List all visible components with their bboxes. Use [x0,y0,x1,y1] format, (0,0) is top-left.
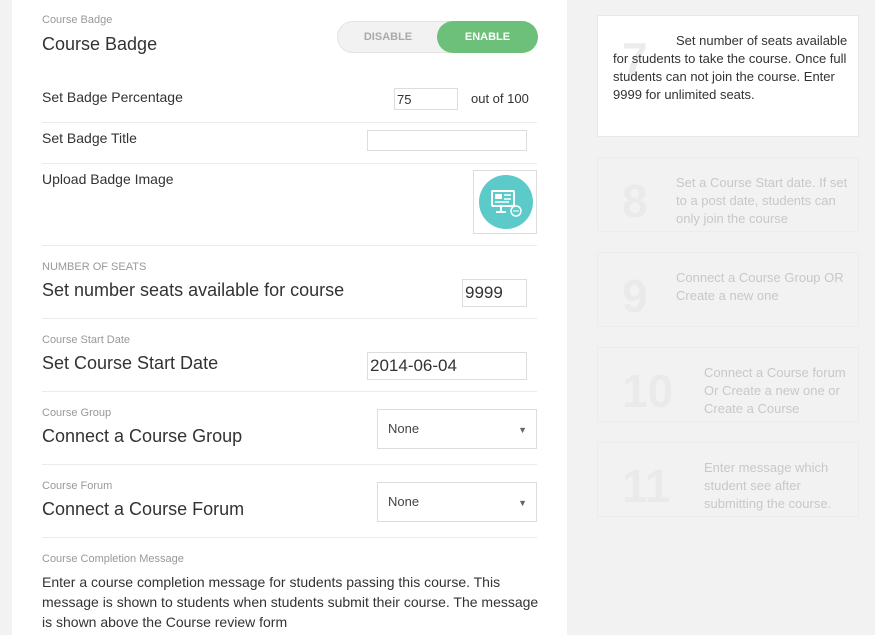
divider [42,122,537,123]
badge-toggle[interactable]: DISABLE ENABLE [337,21,538,53]
step-text: Connect a Course Group OR Create a new o… [676,270,844,303]
forum-select-value: None [388,494,420,509]
badge-percentage-label: Set Badge Percentage [42,89,183,105]
step-text: Set number of seats available for studen… [613,33,848,102]
group-small-label: Course Group [42,407,112,419]
step-card-10: 10 Connect a Course forum Or Create a ne… [597,347,859,422]
step-number: 9 [622,270,648,322]
forum-select[interactable]: None ▼ [377,482,537,522]
step-number: 10 [622,365,674,417]
group-select-value: None [388,421,420,436]
badge-image-upload[interactable] [473,170,537,234]
step-number: 8 [622,175,648,227]
divider [42,318,537,319]
badge-title: Course Badge [42,34,158,54]
badge-percentage-input[interactable] [394,88,458,110]
badge-title-label: Set Badge Title [42,130,137,146]
step-text: Connect a Course forum Or Create a new o… [704,365,846,416]
toggle-enable-option[interactable]: ENABLE [437,21,538,53]
start-date-title: Set Course Start Date [42,353,219,373]
group-title: Connect a Course Group [42,426,243,446]
completion-message: Enter a course completion message for st… [42,574,539,630]
start-date-small-label: Course Start Date [42,334,131,346]
course-settings-panel: Course Badge Course Badge DISABLE ENABLE… [12,0,567,635]
group-select[interactable]: None ▼ [377,409,537,449]
seats-input[interactable] [462,279,527,307]
forum-title: Connect a Course Forum [42,499,245,519]
chevron-down-icon: ▼ [518,425,527,435]
step-text: Set a Course Start date. If set to a pos… [676,175,848,226]
divider [42,391,537,392]
start-date-input[interactable] [367,352,527,380]
completion-small-label: Course Completion Message [42,553,184,565]
badge-small-label: Course Badge [42,14,113,26]
chevron-down-icon: ▼ [518,498,527,508]
badge-title-input[interactable] [367,130,527,151]
toggle-disable-option[interactable]: DISABLE [338,22,438,52]
badge-percentage-suffix: out of 100 [471,91,529,106]
step-text: Enter message which student see after su… [704,460,832,511]
step-number: 11 [622,460,671,512]
divider [42,537,537,538]
seats-small-label: NUMBER OF SEATS [42,261,147,273]
step-card-7: 7 Set number of seats available for stud… [597,15,859,137]
divider [42,245,537,246]
divider [42,464,537,465]
step-card-9: 9 Connect a Course Group OR Create a new… [597,252,859,327]
divider [42,163,537,164]
badge-image-icon [479,175,533,229]
forum-small-label: Course Forum [42,480,113,492]
step-card-11: 11 Enter message which student see after… [597,442,859,517]
step-card-8: 8 Set a Course Start date. If set to a p… [597,157,859,232]
badge-image-label: Upload Badge Image [42,171,174,187]
seats-title: Set number seats available for course [42,280,345,300]
